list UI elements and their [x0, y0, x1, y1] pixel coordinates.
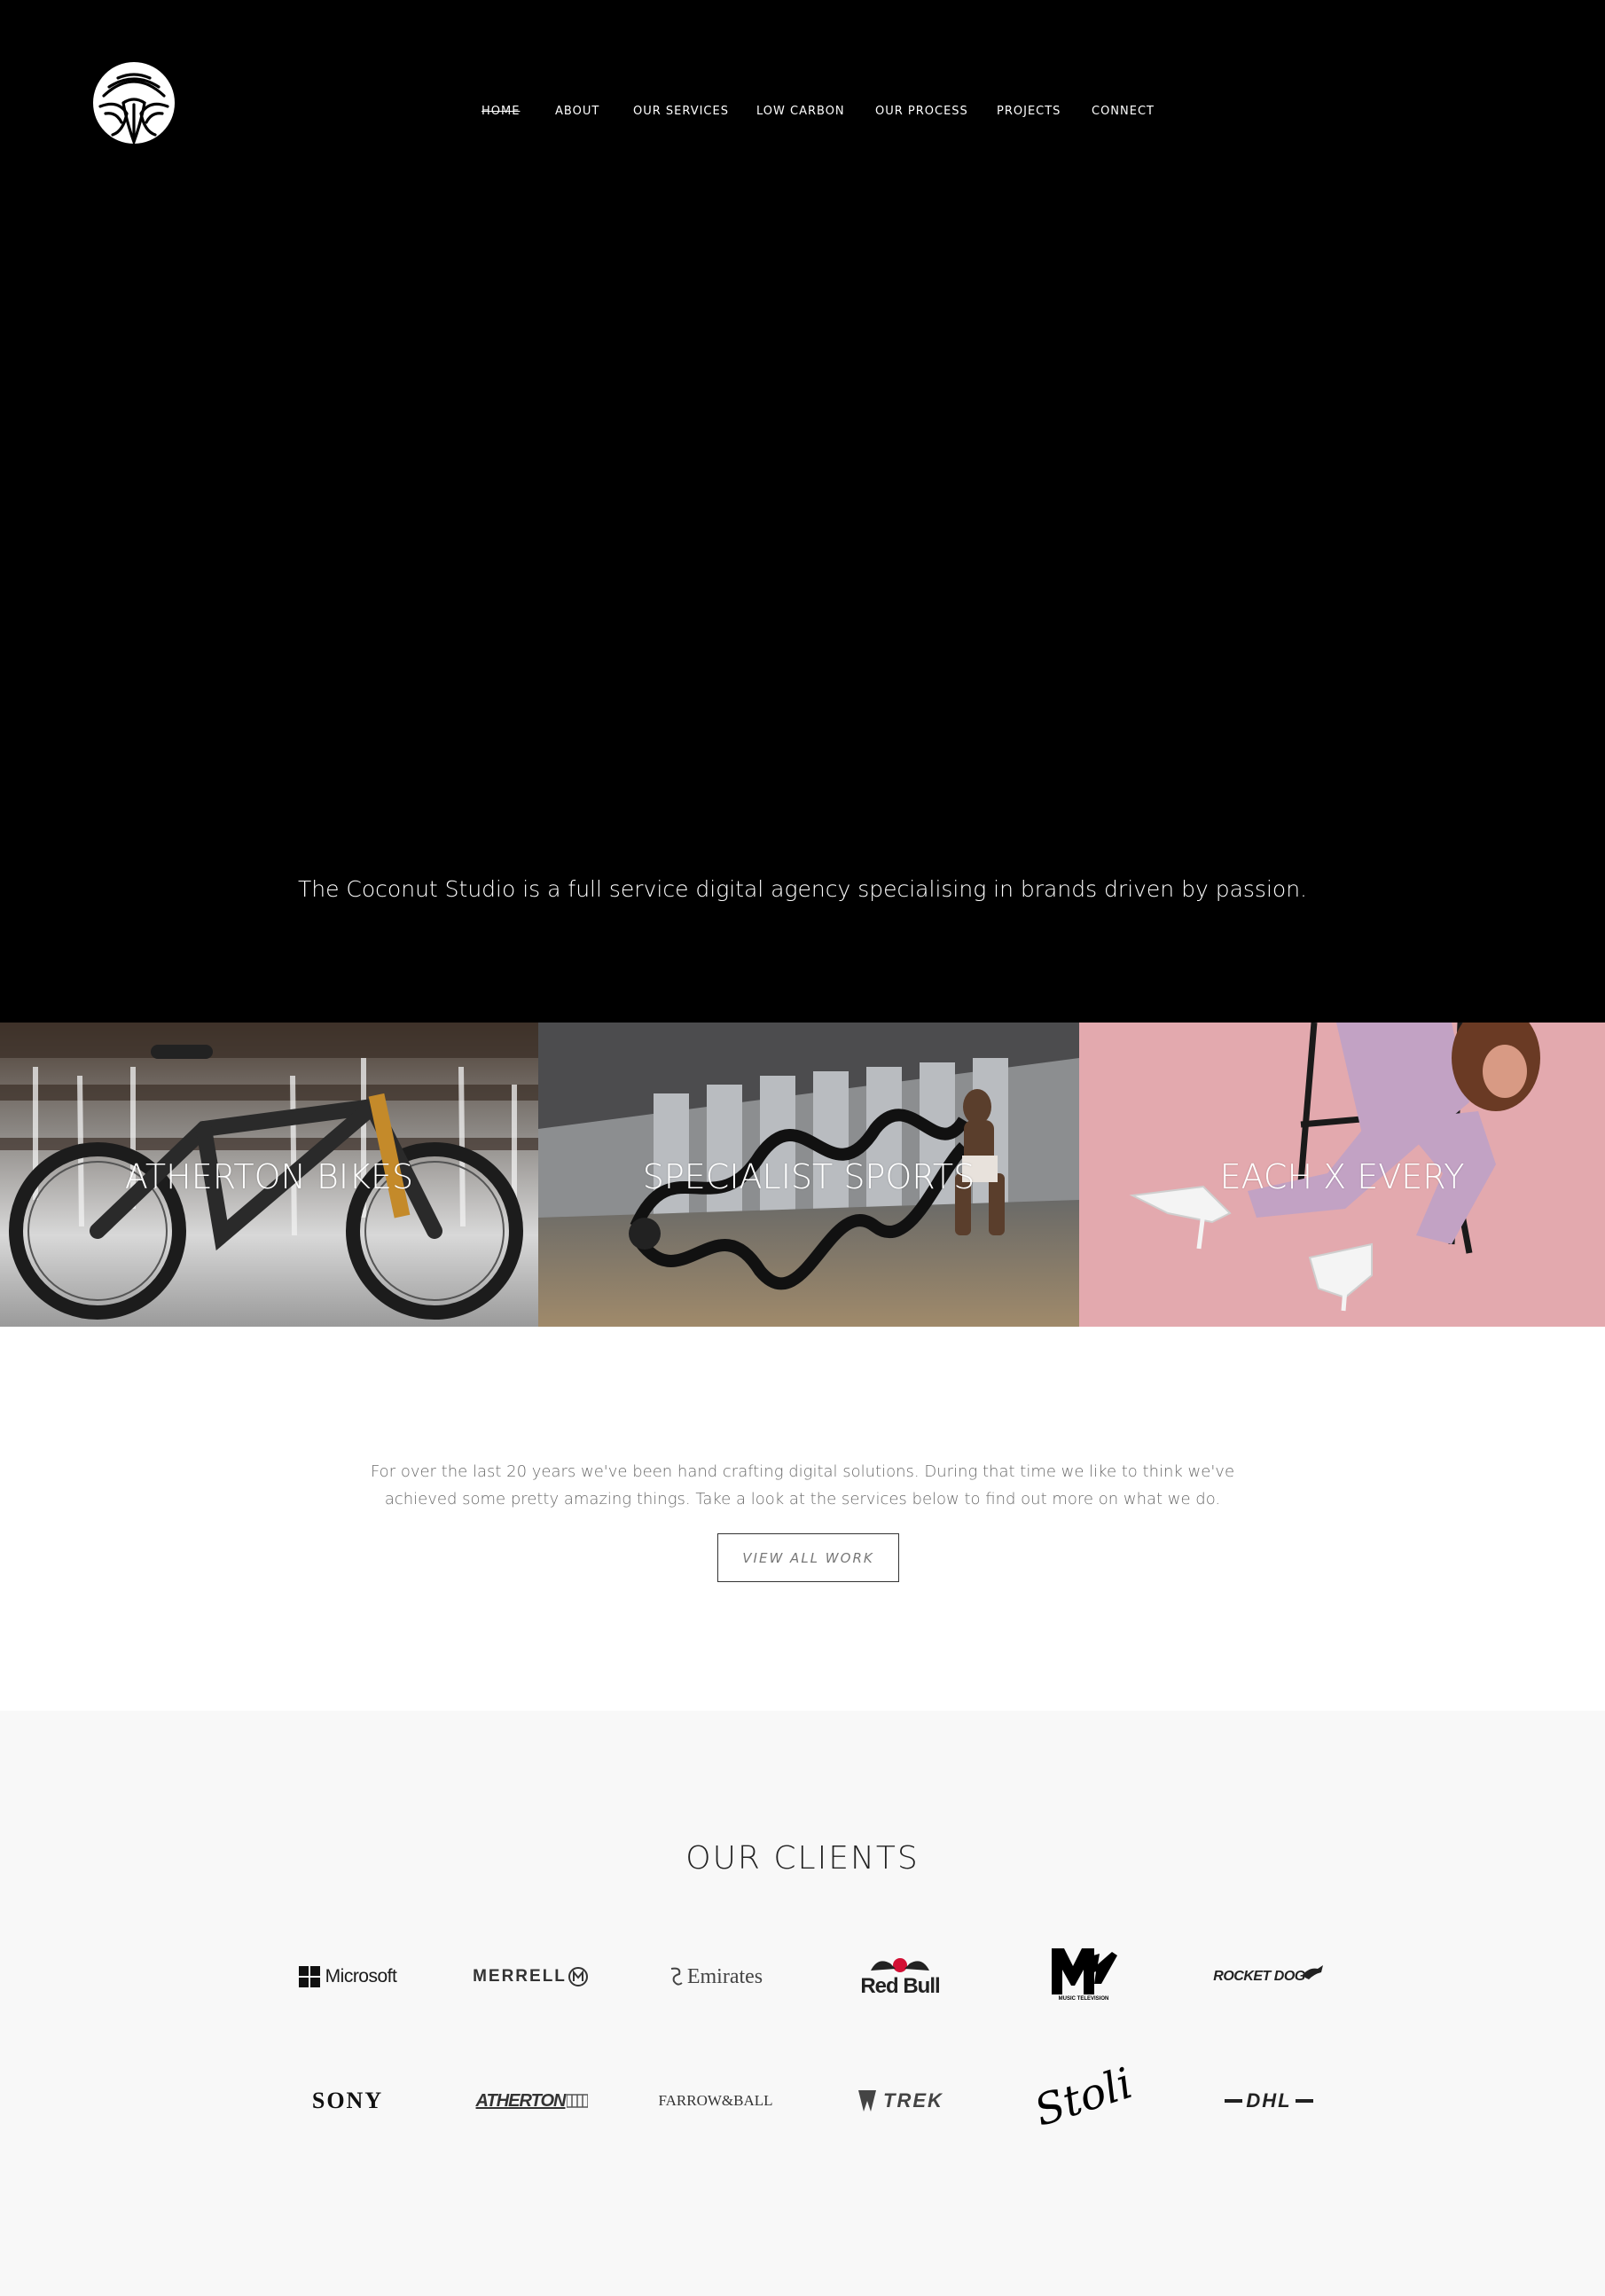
hero-section: HOME ABOUT OUR SERVICES LOW CARBON OUR P…: [0, 0, 1605, 1023]
nav-item-about[interactable]: ABOUT: [555, 105, 599, 118]
project-label-each-x-every: EACH X EVERY: [1219, 1157, 1465, 1196]
nav-item-our-process[interactable]: OUR PROCESS: [875, 105, 968, 118]
microsoft-icon: [298, 1966, 320, 1987]
project-label-atherton: ATHERTON BIKES: [124, 1157, 414, 1196]
svg-text:MUSIC TELEVISION: MUSIC TELEVISION: [1059, 1996, 1109, 2002]
client-logo-sony: SONY: [311, 2088, 384, 2113]
client-logo-merrell: MERRELL: [455, 1941, 606, 2012]
hero-tagline: The Coconut Studio is a full service dig…: [297, 876, 1307, 902]
client-logo-microsoft: Microsoft: [272, 1941, 423, 2012]
main-nav: HOME ABOUT OUR SERVICES LOW CARBON OUR P…: [0, 105, 1605, 122]
clients-title: OUR CLIENTS: [685, 1840, 920, 1877]
coconut-studio-logo[interactable]: [91, 60, 176, 146]
client-logo-stoli: Stoli: [1029, 2058, 1139, 2136]
intro-section: For over the last 20 years we've been ha…: [0, 1327, 1605, 1711]
client-logo-mtv: MUSIC TELEVISION: [1008, 1938, 1159, 2009]
redbull-bulls-icon: [871, 1958, 929, 1972]
client-logo-dhl: DHL: [1194, 2065, 1344, 2136]
project-tile-atherton[interactable]: ATHERTON BIKES: [0, 1023, 538, 1327]
emirates-calligraphy-icon: [670, 1967, 683, 1986]
dhl-lines-left-icon: [1225, 2099, 1243, 2103]
client-logo-trek: TREK: [825, 2065, 975, 2136]
client-logo-redbull: Red Bull: [825, 1941, 975, 2012]
nav-item-projects[interactable]: PROJECTS: [997, 105, 1061, 118]
project-tiles: ATHERTON BIKES SPECIALIST SPORTS EACH X …: [0, 1023, 1605, 1327]
view-all-work-button[interactable]: VIEW ALL WORK: [717, 1533, 899, 1582]
intro-text: For over the last 20 years we've been ha…: [370, 1462, 1235, 1508]
rocketdog-dog-icon: [1301, 1965, 1323, 1979]
project-tile-specialist-sports[interactable]: SPECIALIST SPORTS: [538, 1023, 1079, 1327]
nav-item-our-services[interactable]: OUR SERVICES: [633, 105, 729, 118]
project-tile-each-x-every[interactable]: EACH X EVERY: [1079, 1023, 1605, 1327]
client-logo-farrow-ball: FARROW&BALL: [658, 2092, 773, 2109]
atherton-bars-icon: [567, 2094, 589, 2108]
clients-section: OUR CLIENTS Microsoft MERRELL Emirates R…: [0, 1711, 1605, 2296]
nav-item-connect[interactable]: CONNECT: [1092, 105, 1155, 118]
nav-item-low-carbon[interactable]: LOW CARBON: [756, 105, 845, 118]
merrell-m-icon: [568, 1967, 588, 1986]
trek-emblem-icon: [858, 2090, 877, 2112]
dhl-lines-right-icon: [1295, 2099, 1313, 2103]
nav-item-home[interactable]: HOME: [482, 105, 520, 118]
client-logo-atherton: ATHERTON: [457, 2065, 607, 2136]
project-label-specialist-sports: SPECIALIST SPORTS: [642, 1157, 975, 1196]
client-logo-rocketdog: ROCKET DOG: [1194, 1941, 1344, 2012]
client-logo-emirates: Emirates: [640, 1941, 791, 2012]
mtv-icon: MUSIC TELEVISION: [1052, 1948, 1117, 2002]
